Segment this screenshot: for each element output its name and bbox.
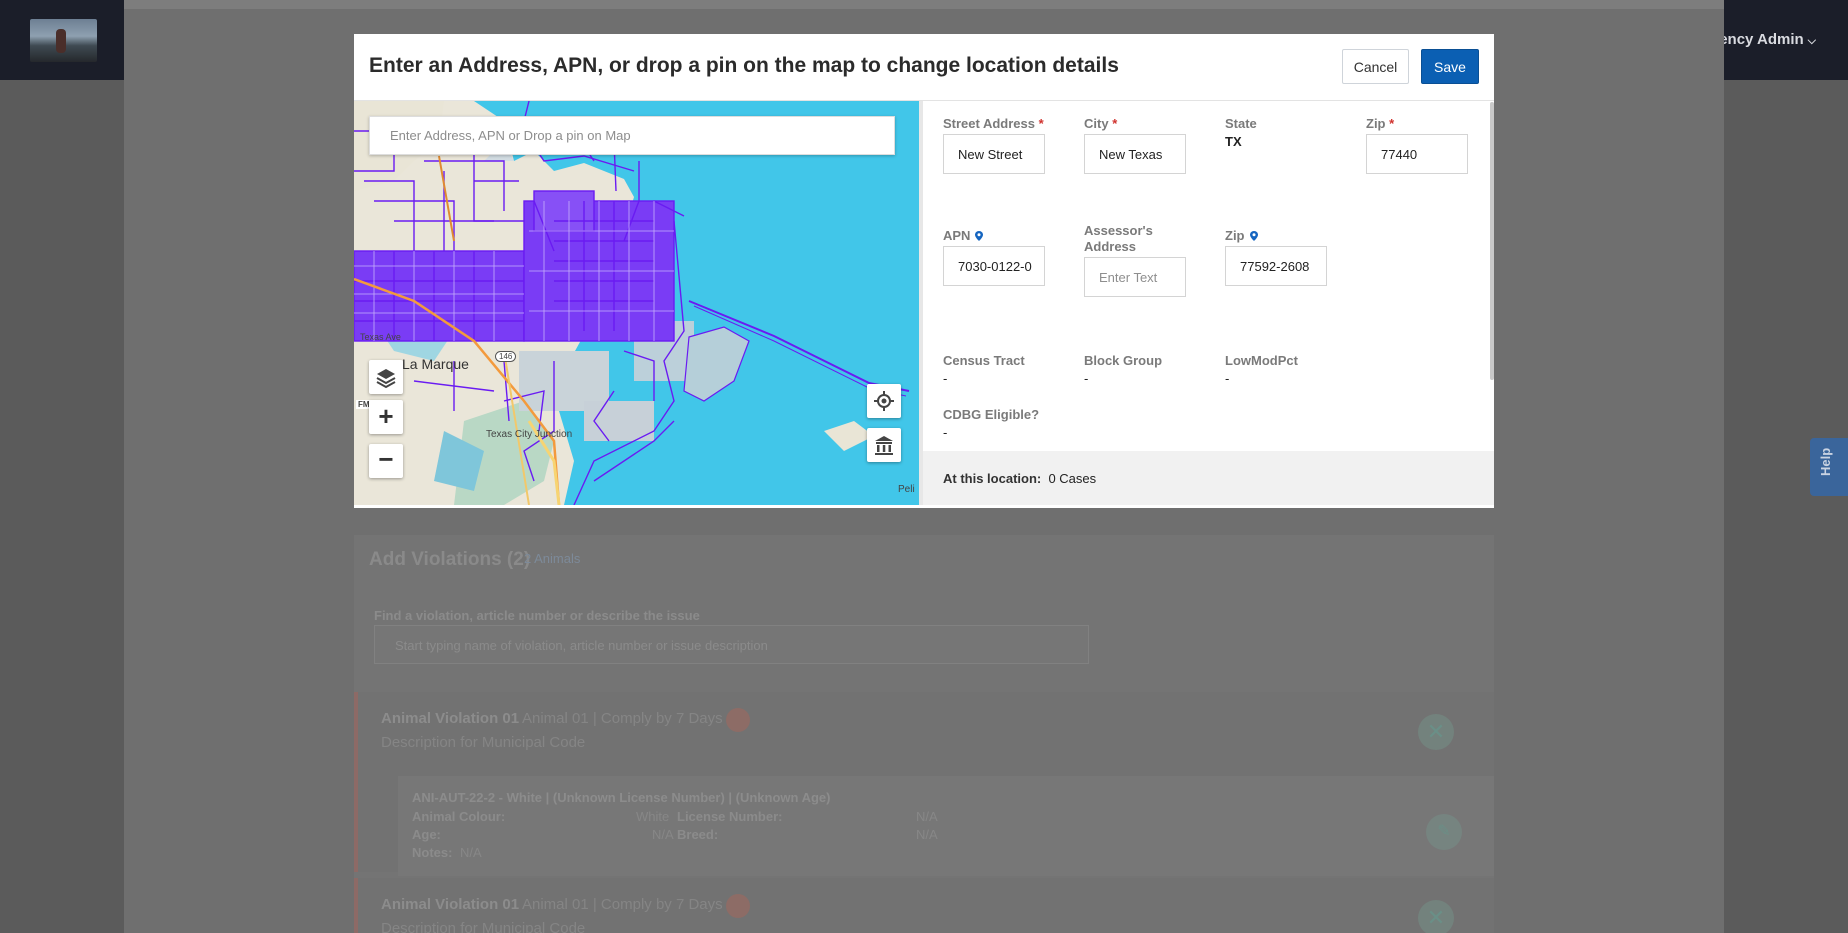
state-label: State [1225,116,1257,131]
locate-icon [874,391,894,411]
violation-title: Animal Violation 01 [381,710,520,727]
city-label: City * [1084,116,1118,131]
apn-label: APN [943,228,984,244]
block-group-label: Block Group [1084,353,1163,368]
location-modal: Enter an Address, APN, or drop a pin on … [354,34,1494,508]
violation-description: Description for Municipal Code [381,734,586,751]
notes-value: N/A [460,845,482,860]
state-value: TX [1225,134,1242,149]
violation-row: Animal Violation 01 Animal 01 | Comply b… [354,878,1494,933]
page-top-strip [124,0,1724,9]
locate-button[interactable] [867,384,901,418]
breed-label: Breed: [677,827,719,842]
find-violation-label: Find a violation, article number or desc… [374,608,700,623]
zip-input[interactable]: 77440 [1366,134,1468,174]
paw-icon [726,708,750,732]
at-location-value: 0 Cases [1048,471,1097,486]
age-value: N/A [652,827,674,842]
animal-colour-value: White [636,809,670,824]
census-tract-label: Census Tract [943,353,1025,368]
street-address-input[interactable]: New Street [943,134,1045,174]
animal-detail: ANI-AUT-22-2 - White | (Unknown License … [398,776,1494,876]
notes-label: Notes: [412,845,453,860]
cdbg-eligible-label: CDBG Eligible? [943,407,1040,422]
violation-subtitle: Animal 01 | Comply by 7 Days [522,896,723,913]
zip-label: Zip * [1366,116,1395,131]
age-label: Age: [412,827,441,842]
assessors-address-label: Assessor's Address [1084,223,1153,254]
map[interactable]: Moses Lake Texas Ave La Marque FM 519 14… [354,101,919,505]
map-label-route-146: 146 [495,351,517,362]
cdbg-eligible-value: - [943,425,948,440]
assessor-zip-label: Zip [1225,228,1258,244]
modal-title: Enter an Address, APN, or drop a pin on … [369,54,1119,77]
license-value: N/A [916,809,938,824]
user-menu-label: ency Admin [1719,31,1804,48]
map-pin-icon [1249,231,1258,241]
remove-violation-button[interactable]: ✕ [1418,714,1454,750]
breed-value: N/A [916,827,938,842]
building-icon [875,436,893,455]
cancel-button[interactable]: Cancel [1342,49,1409,84]
assessors-address-input[interactable]: Enter Text [1084,257,1186,297]
map-search-input[interactable]: Enter Address, APN or Drop a pin on Map [369,116,895,155]
license-label: License Number: [677,809,783,824]
census-tract-value: - [943,371,948,386]
user-menu[interactable]: ency Admin ⌵ [1719,31,1816,48]
layers-icon [376,369,396,389]
save-button[interactable]: Save [1421,49,1479,84]
violation-row: Animal Violation 01 Animal 01 | Comply b… [354,692,1494,876]
at-location-label: At this location: [943,471,1042,486]
block-group-value: - [1084,371,1089,386]
parcel-button[interactable] [867,428,901,462]
help-label: Help [1818,447,1833,476]
map-label-texas-ave: Texas Ave [360,332,401,342]
violations-title: Add Violations (2) [369,549,531,570]
low-mod-pct-value: - [1225,371,1230,386]
violation-description: Description for Municipal Code [381,920,586,933]
zoom-in-button[interactable]: + [369,400,403,434]
violations-count: 2 Animals [524,551,581,566]
animal-detail-title: ANI-AUT-22-2 - White | (Unknown License … [412,790,831,805]
city-input[interactable]: New Texas [1084,134,1186,174]
avatar[interactable] [30,19,97,62]
at-location-summary: At this location: 0 Cases [923,451,1494,505]
paw-icon [726,894,750,918]
apn-input[interactable]: 7030-0122-0 [943,246,1045,286]
map-label-peli: Peli [898,484,915,495]
zoom-out-button[interactable]: − [369,444,403,478]
remove-violation-button[interactable]: ✕ [1418,900,1454,933]
chevron-down-icon: ⌵ [1807,35,1816,47]
form-scrollbar[interactable] [1490,102,1494,380]
edit-animal-button[interactable]: ✎ [1426,814,1462,850]
violation-subtitle: Animal 01 | Comply by 7 Days [522,710,723,727]
assessor-zip-input[interactable]: 77592-2608 [1225,246,1327,286]
location-form: Street Address * New Street City * New T… [923,101,1494,451]
map-label-la-marque: La Marque [402,356,469,372]
map-pin-icon [975,231,984,241]
find-violation-input[interactable]: Start typing name of violation, article … [374,625,1089,664]
layers-button[interactable] [369,360,403,394]
violation-title: Animal Violation 01 [381,896,520,913]
animal-colour-label: Animal Colour: [412,809,506,824]
map-canvas [354,101,910,505]
help-tab[interactable]: Help [1810,438,1848,496]
map-label-texas-city-junction: Texas City Junction [486,429,573,440]
low-mod-pct-label: LowModPct [1225,353,1298,368]
street-address-label: Street Address * [943,116,1044,131]
